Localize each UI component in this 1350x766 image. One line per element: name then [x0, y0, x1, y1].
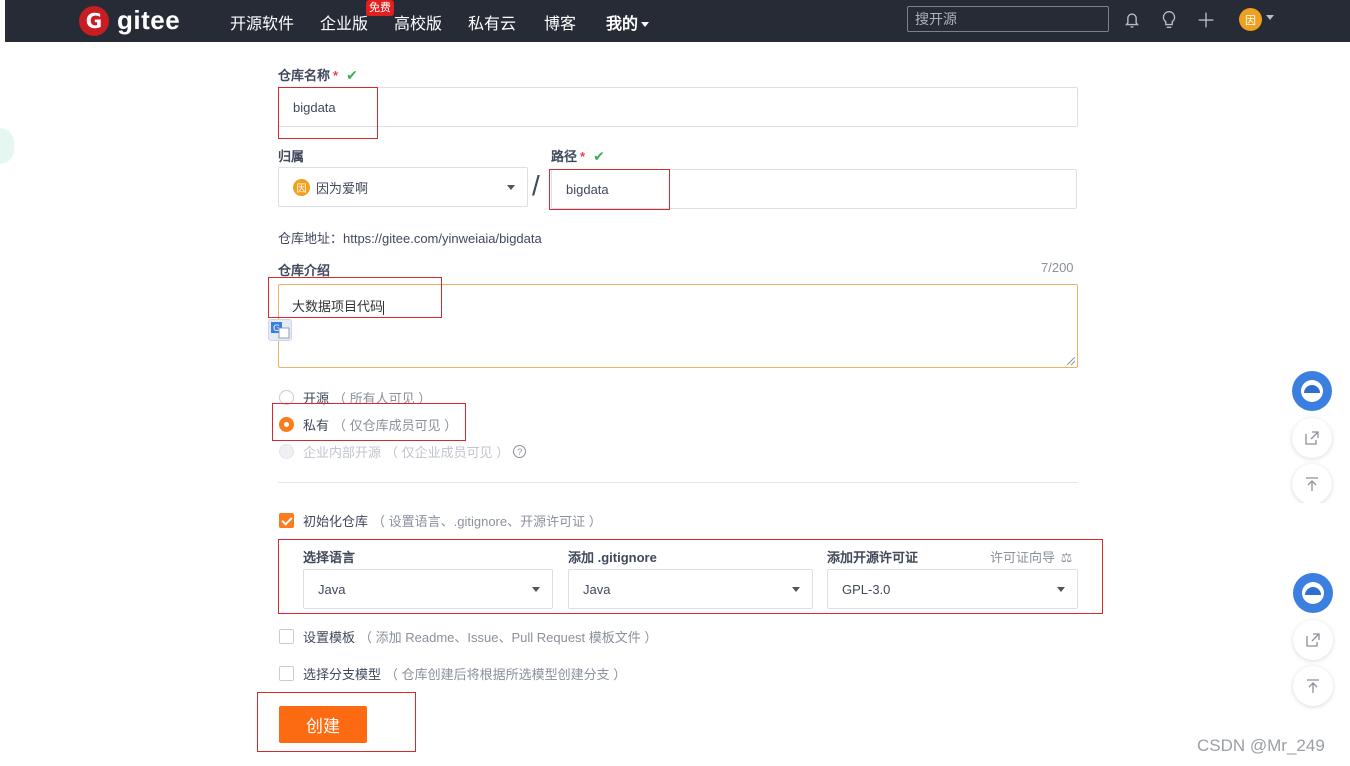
highlight-box-repo-name	[278, 87, 378, 139]
chevron-down-icon	[641, 22, 650, 28]
visibility-enterprise-note: （ 仅企业成员可见 ）	[385, 445, 510, 460]
owner-select[interactable]: 因 因为爱啊	[278, 167, 528, 207]
check-icon: ✔	[346, 67, 358, 83]
repo-address: 仓库地址：https://gitee.com/yinweiaia/bigdata	[278, 231, 542, 246]
visibility-enterprise: 企业内部开源 （ 仅企业成员可见 ） ?	[279, 442, 527, 461]
templates-label: 设置模板	[303, 630, 356, 645]
branch-model-label: 选择分支模型	[303, 667, 382, 682]
side-gap	[1270, 503, 1350, 569]
required-mark: *	[333, 68, 339, 83]
back-to-top-button-2[interactable]	[1293, 666, 1333, 706]
support-avatar-button[interactable]	[1292, 371, 1332, 411]
highlight-box-create	[257, 692, 416, 752]
user-avatar[interactable]: 因	[1239, 8, 1262, 31]
share-button-2[interactable]	[1293, 620, 1333, 660]
init-repo-note: （ 设置语言、.gitignore、开源许可证 ）	[372, 514, 602, 529]
nav-education[interactable]: 高校版	[394, 10, 442, 34]
chevron-down-icon	[507, 185, 515, 190]
init-repo-checkbox[interactable]	[279, 513, 294, 528]
lightbulb-icon[interactable]	[1158, 9, 1180, 31]
support-avatar-icon	[1301, 380, 1323, 402]
avatar-chevron-down-icon[interactable]	[1266, 15, 1274, 20]
search-input[interactable]	[907, 6, 1109, 32]
templates-option[interactable]: 设置模板 （ 添加 Readme、Issue、Pull Request 模板文件…	[279, 627, 657, 646]
owner-avatar: 因	[293, 178, 310, 196]
gitee-logo-text: gitee	[117, 5, 181, 35]
nav-mine[interactable]: 我的	[606, 10, 650, 34]
repo-name-input[interactable]: bigdata	[278, 87, 1078, 127]
repo-name-label-text: 仓库名称	[278, 68, 331, 83]
highlight-box-private	[272, 403, 466, 441]
radio-enterprise	[279, 444, 294, 459]
init-repo-label: 初始化仓库	[303, 514, 369, 529]
branch-model-note: （ 仓库创建后将根据所选模型创建分支 ）	[385, 667, 627, 682]
arrow-up-icon	[1307, 679, 1319, 693]
resize-handle[interactable]	[1067, 357, 1075, 365]
top-nav: G gitee 开源软件 企业版 免费 高校版 私有云 博客 我的 因	[5, 0, 1350, 42]
gitee-logo-icon: G	[79, 5, 109, 36]
share-icon	[1305, 431, 1319, 445]
bell-icon[interactable]	[1121, 9, 1143, 31]
translate-icon[interactable]: G	[268, 319, 292, 341]
back-to-top-button[interactable]	[1292, 464, 1332, 504]
branch-model-option[interactable]: 选择分支模型 （ 仓库创建后将根据所选模型创建分支 ）	[279, 664, 626, 683]
share-icon	[1306, 633, 1320, 647]
init-repo-option[interactable]: 初始化仓库 （ 设置语言、.gitignore、开源许可证 ）	[279, 511, 602, 530]
highlight-box-intro	[268, 277, 442, 318]
gitee-logo[interactable]: G gitee	[79, 5, 180, 36]
templates-checkbox[interactable]	[279, 629, 294, 644]
highlight-box-path	[549, 169, 670, 210]
nav-mine-label: 我的	[606, 16, 639, 33]
nav-enterprise[interactable]: 企业版	[320, 10, 368, 34]
highlight-box-init-options	[278, 539, 1103, 614]
repo-name-label: 仓库名称 * ✔	[278, 65, 358, 84]
support-avatar-button-2[interactable]	[1293, 573, 1333, 613]
side-decoration	[0, 128, 14, 164]
path-label: 路径 * ✔	[551, 146, 605, 165]
nav-private-cloud[interactable]: 私有云	[468, 10, 516, 34]
arrow-up-icon	[1306, 477, 1318, 491]
free-badge: 免费	[366, 0, 394, 16]
share-button[interactable]	[1292, 418, 1332, 458]
divider	[278, 482, 1078, 483]
path-label-text: 路径	[551, 149, 578, 164]
nav-open-source[interactable]: 开源软件	[230, 10, 294, 34]
branch-model-checkbox[interactable]	[279, 666, 294, 681]
check-icon: ✔	[593, 148, 605, 164]
nav-blog[interactable]: 博客	[544, 10, 576, 34]
path-separator: /	[532, 170, 540, 201]
required-mark: *	[580, 149, 586, 164]
support-avatar-icon	[1302, 582, 1324, 604]
help-icon[interactable]: ?	[513, 445, 527, 458]
plus-icon[interactable]	[1195, 9, 1217, 31]
owner-label: 归属	[278, 149, 305, 164]
templates-note: （ 添加 Readme、Issue、Pull Request 模板文件 ）	[359, 630, 658, 645]
watermark: CSDN @Mr_249	[1197, 736, 1325, 755]
owner-value: 因为爱啊	[316, 180, 369, 196]
intro-char-count: 7/200	[1041, 260, 1074, 275]
visibility-enterprise-label: 企业内部开源	[303, 445, 382, 460]
